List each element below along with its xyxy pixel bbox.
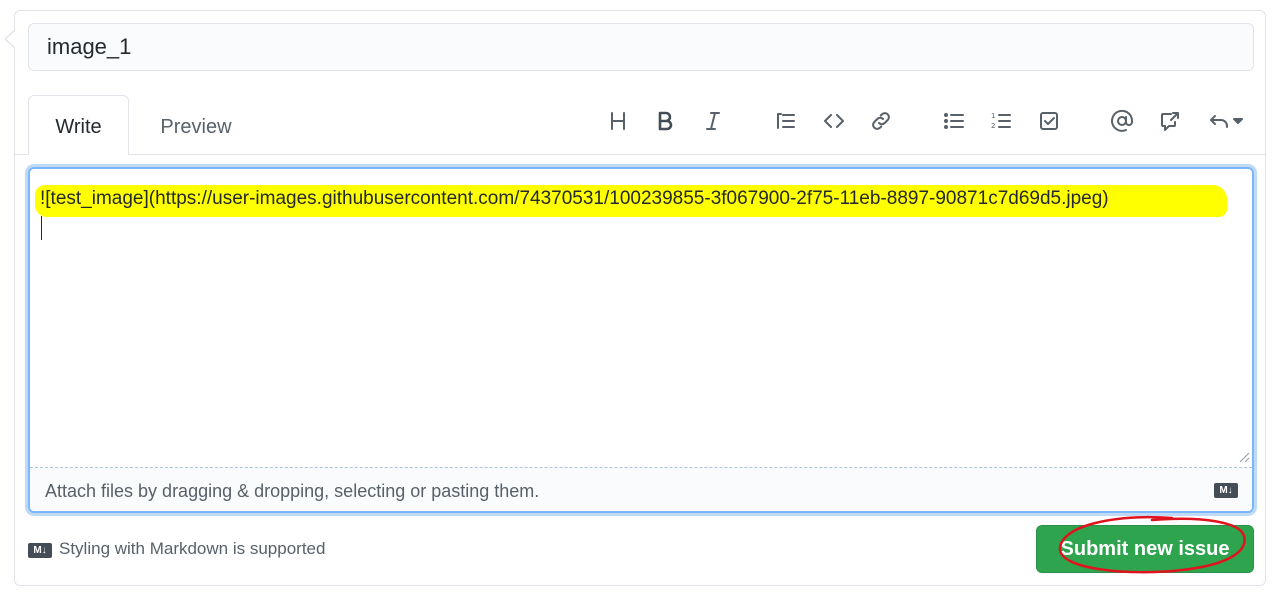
task-list-icon[interactable] [1033,106,1065,136]
bulleted-list-icon[interactable] [938,106,970,136]
editor-markdown-text[interactable]: ![test_image](https://user-images.github… [40,182,1109,216]
heading-icon[interactable] [602,106,634,136]
svg-text:2: 2 [991,122,995,130]
quote-icon[interactable] [770,106,802,136]
link-icon[interactable] [865,106,897,136]
attach-files-bar[interactable]: Attach files by dragging & dropping, sel… [30,467,1252,511]
issue-title-input[interactable] [28,23,1254,71]
submit-new-issue-button[interactable]: Submit new issue [1036,525,1254,573]
code-icon[interactable] [818,106,850,136]
resize-grip-icon[interactable] [1238,451,1250,463]
tab-preview[interactable]: Preview [144,95,248,155]
mention-icon[interactable] [1106,106,1138,136]
markdown-logo-icon: M↓ [28,543,52,558]
avatar-pointer-inner [6,31,15,47]
text-cursor [41,216,42,240]
attach-files-hint: Attach files by dragging & dropping, sel… [45,481,540,501]
markdown-support-link[interactable]: Styling with Markdown is supported [59,539,325,559]
svg-text:1: 1 [991,112,995,120]
numbered-list-icon[interactable]: 12 [985,106,1017,136]
bold-icon[interactable] [649,106,681,136]
markdown-icon: M↓ [1214,483,1238,498]
comment-editor[interactable]: ![test_image](https://user-images.github… [28,167,1254,513]
saved-replies-icon[interactable] [1202,106,1250,136]
tab-write[interactable]: Write [28,95,129,155]
cross-reference-icon[interactable] [1154,106,1186,136]
italic-icon[interactable] [697,106,729,136]
